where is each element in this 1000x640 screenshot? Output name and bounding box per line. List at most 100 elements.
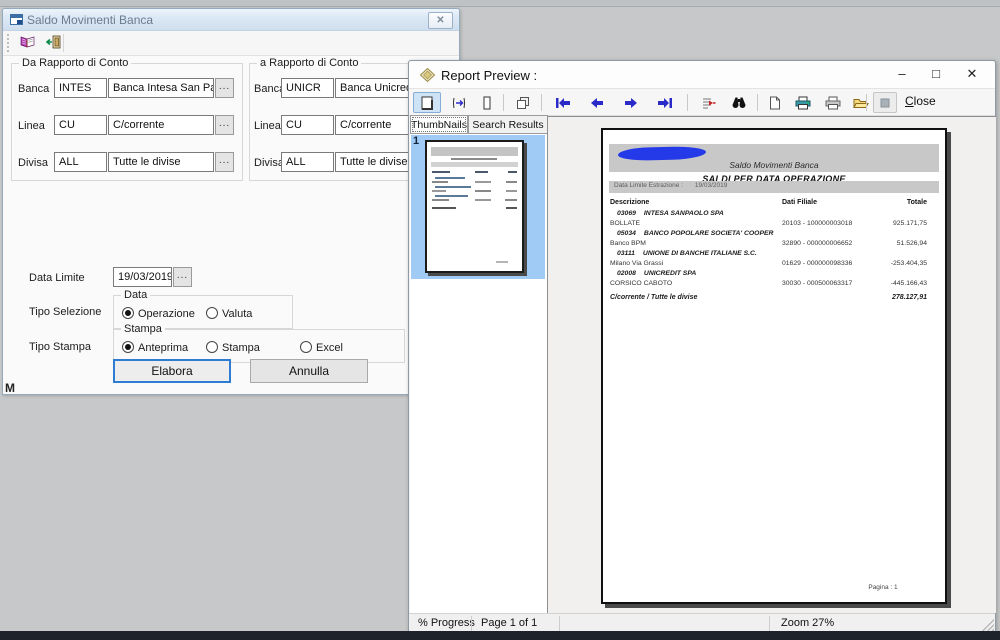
tipo-selezione-label: Tipo Selezione xyxy=(29,306,101,318)
toolbar-separator xyxy=(866,94,867,111)
table-group-row: 02008UNICREDIT SPA xyxy=(617,270,696,277)
previous-page-arrow-icon xyxy=(590,97,604,109)
thumbnail-line xyxy=(432,181,448,183)
first-page-button[interactable] xyxy=(549,92,577,113)
from-linea-desc-input[interactable]: C/corrente xyxy=(108,115,214,135)
printer-gray-icon xyxy=(825,96,841,110)
excel-radio[interactable] xyxy=(300,341,312,353)
previous-page-button[interactable] xyxy=(583,92,611,113)
last-page-button[interactable] xyxy=(651,92,679,113)
goto-page-button[interactable] xyxy=(695,92,723,113)
from-banca-label: Banca xyxy=(18,83,49,95)
report-page: Saldo Movimenti Banca SALDI PER DATA OPE… xyxy=(601,128,947,604)
printer-color-icon xyxy=(795,96,811,110)
valuta-radio[interactable] xyxy=(206,307,218,319)
thumbnail-line xyxy=(475,190,491,192)
form-titlebar[interactable]: Saldo Movimenti Banca ✕ xyxy=(3,9,459,31)
table-row: BOLLATE 20103 - 100000003018 925.171,75 xyxy=(610,220,927,227)
preview-window-title: Report Preview : xyxy=(441,68,537,83)
exit-button[interactable] xyxy=(43,33,64,54)
app-bottom-edge xyxy=(0,631,1000,640)
annulla-button[interactable]: Annulla xyxy=(250,359,368,383)
extraction-date-text: Data Limite Estrazione : 19/03/2019 xyxy=(614,182,727,189)
data-limite-browse-button[interactable]: ... xyxy=(173,267,192,287)
anteprima-label[interactable]: Anteprima xyxy=(138,342,188,354)
multi-page-view-button[interactable] xyxy=(509,92,537,113)
table-row: CORSICO CABOTO 30030 - 000500063317 -445… xyxy=(610,280,927,287)
from-linea-label: Linea xyxy=(18,120,45,132)
excel-label[interactable]: Excel xyxy=(316,342,343,354)
thumbnail-line xyxy=(508,171,517,173)
from-account-group: Da Rapporto di Conto Banca INTES Banca I… xyxy=(11,63,243,181)
close-preview-button[interactable]: Close xyxy=(905,94,936,108)
disabled-toolbar-button xyxy=(873,92,897,113)
preview-titlebar[interactable]: Report Preview : – □ ✕ xyxy=(409,61,995,89)
from-banca-desc-input[interactable]: Banca Intesa San Pao xyxy=(108,78,214,98)
thumbnail-selected-item[interactable]: 1 xyxy=(411,135,545,279)
fit-width-view-button[interactable] xyxy=(445,92,473,113)
full-page-view-button[interactable] xyxy=(475,92,499,113)
zoom-status: Zoom 27% xyxy=(781,617,834,629)
print-report-button[interactable] xyxy=(17,33,38,54)
new-page-button[interactable] xyxy=(763,92,787,113)
next-page-button[interactable] xyxy=(617,92,645,113)
from-divisa-label: Divisa xyxy=(18,157,48,169)
thumbnail-page[interactable] xyxy=(425,140,524,273)
print-button[interactable] xyxy=(789,92,817,113)
to-banca-code-input[interactable]: UNICR xyxy=(281,78,334,98)
stampa-label[interactable]: Stampa xyxy=(222,342,260,354)
from-banca-browse-button[interactable]: ... xyxy=(215,78,234,98)
operazione-radio[interactable] xyxy=(122,307,134,319)
thumbnail-line xyxy=(506,190,517,192)
report-book-icon xyxy=(19,34,36,50)
stampa-radio[interactable] xyxy=(206,341,218,353)
first-page-arrow-icon xyxy=(555,97,571,109)
preview-close-button[interactable]: ✕ xyxy=(955,61,989,88)
from-divisa-desc-input[interactable]: Tutte le divise xyxy=(108,152,214,172)
minimize-button[interactable]: – xyxy=(885,61,919,88)
elabora-button[interactable]: Elabora xyxy=(113,359,231,383)
data-limite-label: Data Limite xyxy=(29,272,85,284)
thumbnail-line xyxy=(432,190,446,192)
from-divisa-browse-button[interactable]: ... xyxy=(215,152,234,172)
thumbnail-line xyxy=(432,207,456,209)
to-linea-code-input[interactable]: CU xyxy=(281,115,334,135)
thumbnail-line xyxy=(475,199,491,201)
open-report-button[interactable] xyxy=(847,92,875,113)
anteprima-radio[interactable] xyxy=(122,341,134,353)
from-linea-browse-button[interactable]: ... xyxy=(215,115,234,135)
table-group-row: 05034BANCO POPOLARE SOCIETA' COOPER xyxy=(617,230,773,237)
preview-pane[interactable]: Saldo Movimenti Banca SALDI PER DATA OPE… xyxy=(547,116,996,613)
print-setup-button[interactable] xyxy=(819,92,847,113)
thumbnail-panel: 1 xyxy=(410,133,547,613)
disabled-icon xyxy=(880,98,890,108)
toolbar-separator xyxy=(687,94,688,111)
to-divisa-code-input[interactable]: ALL xyxy=(281,152,334,172)
thumbnail-line xyxy=(431,147,518,156)
single-page-icon xyxy=(421,96,433,110)
saldo-movimenti-window: Saldo Movimenti Banca ✕ xyxy=(2,8,460,395)
report-preview-window: Report Preview : – □ ✕ xyxy=(408,60,996,632)
from-linea-code-input[interactable]: CU xyxy=(54,115,107,135)
toolbar-separator xyxy=(541,94,542,111)
form-close-button[interactable]: ✕ xyxy=(428,12,453,29)
single-page-view-button[interactable] xyxy=(413,92,441,113)
from-banca-code-input[interactable]: INTES xyxy=(54,78,107,98)
tab-search-results[interactable]: Search Results xyxy=(468,115,548,134)
thumbnail-line xyxy=(432,171,450,173)
thumbnail-line xyxy=(475,171,488,173)
tab-thumbnails[interactable]: ThumbNails xyxy=(410,115,468,134)
from-divisa-code-input[interactable]: ALL xyxy=(54,152,107,172)
resize-grip[interactable] xyxy=(982,619,994,631)
thumbnail-line xyxy=(506,181,517,183)
maximize-button[interactable]: □ xyxy=(919,61,953,88)
progress-status: % Progress xyxy=(418,617,475,629)
desktop: Saldo Movimenti Banca ✕ xyxy=(0,0,1000,640)
operazione-label[interactable]: Operazione xyxy=(138,308,195,320)
statusbar-separator xyxy=(559,616,560,631)
search-button[interactable] xyxy=(725,92,753,113)
blank-page-icon xyxy=(770,96,781,110)
data-limite-input[interactable]: 19/03/2019 xyxy=(113,267,172,287)
thumbnail-page-number: 1 xyxy=(413,135,419,147)
valuta-label[interactable]: Valuta xyxy=(222,308,252,320)
